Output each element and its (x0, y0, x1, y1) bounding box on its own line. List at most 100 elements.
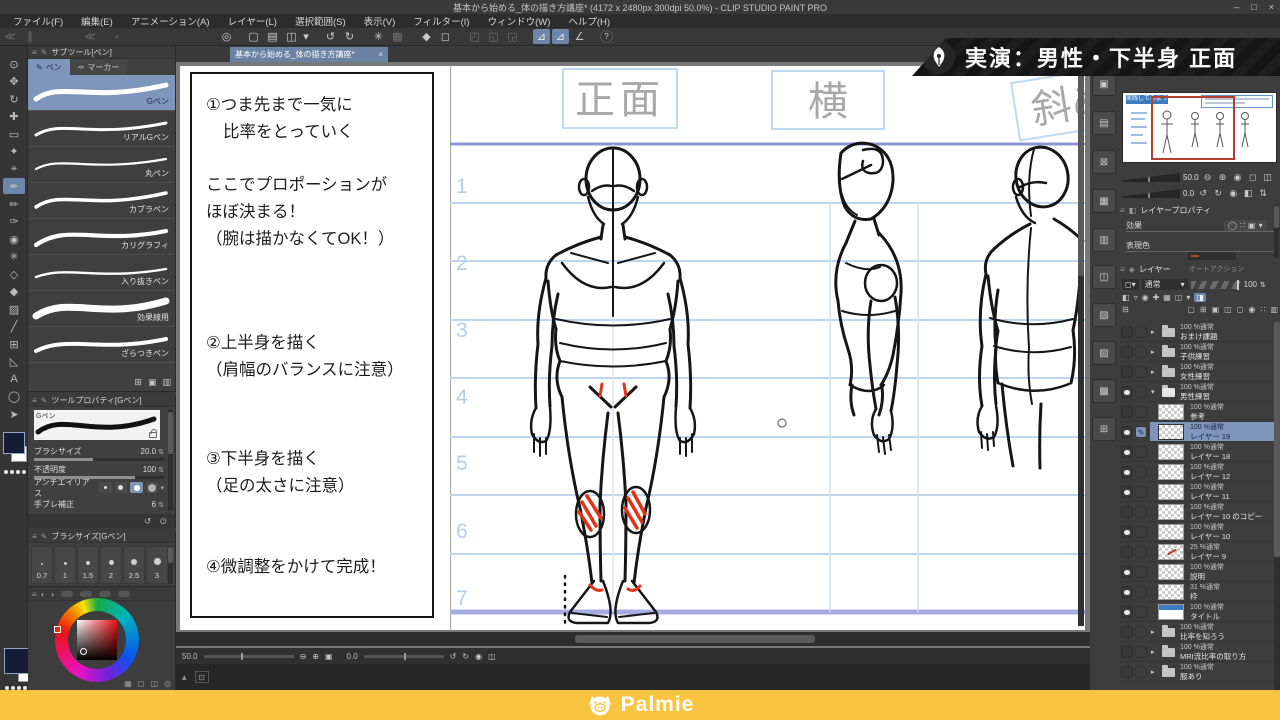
rotate-left-icon[interactable]: ↺ (450, 652, 457, 661)
select-border-icon[interactable]: ◲ (504, 29, 521, 44)
brush-tool-icon[interactable]: ✑ (3, 213, 25, 229)
nav-zoom-slider[interactable] (1122, 173, 1180, 182)
clip-studio-icon[interactable]: ◎ (218, 29, 235, 44)
canvas-page[interactable]: ①つま先まで一気に 比率をとっていく ここでプロポーションが ほぼ決まる！ （腕… (180, 66, 1085, 630)
timeline-frame-icon[interactable]: ⊡ (195, 671, 209, 683)
menu-file[interactable]: ファイル(F) (4, 14, 72, 28)
color-compare-icon[interactable]: ◫ (150, 679, 158, 688)
lock-layer-icon[interactable]: ▦ (1163, 293, 1171, 302)
pencil-tool-icon[interactable]: ✏ (3, 196, 25, 212)
visibility-eye-icon[interactable] (1121, 446, 1133, 458)
merge-below-icon[interactable]: ◻ (1237, 305, 1244, 314)
layer-row-dansei[interactable]: ▾100 %通常男性練習 (1120, 382, 1274, 402)
chevron-down-icon[interactable]: ▾ (160, 484, 164, 492)
spinner-icon[interactable]: ⇅ (158, 501, 164, 509)
visibility-eye-icon[interactable] (1121, 386, 1133, 398)
visibility-eye-icon[interactable] (1121, 666, 1133, 678)
nav-fit-icon[interactable]: ◻ (1247, 172, 1259, 183)
menu-selection[interactable]: 選択範囲(S) (286, 14, 355, 28)
close-button[interactable]: × (1269, 2, 1274, 12)
trash-icon[interactable]: ▥ (162, 377, 171, 388)
layer-row-mri[interactable]: ▸100 %通常MRI流比率の取り方 (1120, 642, 1274, 662)
opacity-spinner-icon[interactable]: ⇅ (1260, 281, 1266, 289)
nav-flip-v-icon[interactable]: ⇅ (1257, 188, 1269, 199)
snap-ruler-icon[interactable]: ⊿ (533, 29, 550, 44)
layer-mask-icon[interactable]: ◉ (1248, 305, 1255, 314)
visibility-eye-icon[interactable] (1121, 626, 1133, 638)
zoom-out-icon[interactable]: ⊖ (300, 652, 307, 661)
layer-row-9[interactable]: 25 %通常レイヤー 9 (1120, 542, 1274, 562)
visibility-eye-icon[interactable] (1121, 486, 1133, 498)
nav-rotate-right-icon[interactable]: ↻ (1212, 188, 1224, 199)
color-set-icon[interactable]: ▦ (124, 679, 132, 688)
new-folder-icon[interactable]: ⊞ (134, 377, 142, 388)
menu-filter[interactable]: フィルター(I) (404, 14, 478, 28)
effect-expand-icon[interactable]: ▾ (1259, 221, 1263, 230)
canvas-rotate-slider[interactable] (364, 655, 444, 658)
text-tool-icon[interactable]: A (3, 371, 25, 387)
rotate-canvas-tool-icon[interactable]: ↻ (3, 91, 25, 107)
apply-mask-icon[interactable]: ∷ (1260, 305, 1265, 314)
zoom-tool-icon[interactable]: ⊙ (3, 56, 25, 72)
new-file-icon[interactable]: ▢ (245, 29, 262, 44)
panel-menu-icon[interactable]: ≡ (32, 590, 37, 599)
auto-select-tool-icon[interactable]: ✦ (3, 143, 25, 159)
brush-item-iri-nuki-pen[interactable]: 入り抜きペン (28, 255, 175, 291)
visibility-eye-icon[interactable] (1121, 526, 1133, 538)
visibility-eye-icon[interactable] (1121, 566, 1133, 578)
canvas-zoom-slider[interactable] (204, 655, 294, 658)
layer-row-omake[interactable]: ▸100 %通常おまけ課題 (1120, 322, 1274, 342)
hand-tool-icon[interactable]: ✥ (3, 73, 25, 89)
ruler-range-icon[interactable]: ◨ (1194, 293, 1206, 302)
collapse-panel2-icon[interactable]: ≪ (80, 29, 100, 44)
size-option-2-5[interactable]: 2.5 (123, 546, 145, 584)
eyedropper-tool-icon[interactable]: ⌖ (3, 161, 25, 177)
panel-menu-icon[interactable]: ≡ (32, 532, 37, 541)
nav-zoom-reset-icon[interactable]: ◉ (1232, 172, 1244, 183)
delete-outside-icon[interactable]: ▦ (389, 29, 406, 44)
menu-view[interactable]: 表示(V) (355, 14, 405, 28)
gradient-tool-icon[interactable]: ▨ (3, 301, 25, 317)
close-panel-icon[interactable]: ⊠ (1092, 150, 1116, 174)
material-manga-panel-icon[interactable]: ◫ (1092, 265, 1116, 289)
delete-icon[interactable]: ✳ (370, 29, 387, 44)
document-tab[interactable]: 基本から始める_体の描き方講座* × (230, 47, 388, 62)
brush-item-kabura-pen[interactable]: カブラペン (28, 183, 175, 219)
hue-marker[interactable] (54, 626, 61, 633)
canvas-area[interactable]: ①つま先まで一気に 比率をとっていく ここでプロポーションが ほぼ決まる！ （腕… (176, 62, 1090, 648)
layer-row-fukuari[interactable]: ▸100 %通常服あり (1120, 662, 1274, 682)
visibility-eye-icon[interactable] (1121, 586, 1133, 598)
tab-marker[interactable]: ✑マーカー (70, 59, 128, 75)
panel-menu-icon[interactable]: ≡ (32, 396, 37, 405)
flip-view-icon[interactable]: ◫ (488, 652, 496, 661)
collapse-folders-icon[interactable]: ⊟ (1122, 305, 1129, 314)
color-tab-pill[interactable] (99, 591, 111, 597)
fill-tool-icon[interactable]: ◆ (3, 283, 25, 299)
balloon-tool-icon[interactable]: ◯ (3, 388, 25, 404)
menu-edit[interactable]: 編集(E) (72, 14, 122, 28)
color-mixer-icon[interactable]: ◻ (138, 679, 145, 688)
nav-rotate-reset-icon[interactable]: ◉ (1227, 188, 1239, 199)
visibility-eye-icon[interactable] (1121, 346, 1133, 358)
color-wheel-tab-icon[interactable]: ◐ (41, 590, 46, 599)
layer-row-sanko[interactable]: 100 %通常参考 (1120, 402, 1274, 422)
layer-row-hiritsu[interactable]: ▸100 %通常比率を知ろう (1120, 622, 1274, 642)
menu-help[interactable]: ヘルプ(H) (559, 14, 619, 28)
size-option-3[interactable]: 3 (146, 546, 168, 584)
new-raster-layer-icon[interactable]: ▢ (1187, 305, 1195, 314)
menu-animation[interactable]: アニメーション(A) (122, 14, 219, 28)
brush-item-rough-pen[interactable]: ざらつきペン (28, 327, 175, 363)
snap-special-ruler-icon[interactable]: ⊿ (552, 29, 569, 44)
new-layer-folder-icon[interactable]: ⊞ (1200, 305, 1207, 314)
layers-scrollbar[interactable] (1274, 322, 1280, 690)
size-option-2[interactable]: 2 (100, 546, 122, 584)
material-panel-icon[interactable]: ▤ (1092, 111, 1116, 135)
antialias-weak-button[interactable] (115, 482, 128, 493)
nav-zoom-in-icon[interactable]: ⊕ (1217, 172, 1229, 183)
brush-size-scrollbar[interactable] (168, 546, 173, 584)
nav-window-icon[interactable]: ◫ (1262, 172, 1274, 183)
spinner-icon[interactable]: ⇅ (158, 466, 164, 474)
layer-row-19-selected[interactable]: ✎100 %通常レイヤー 19 (1120, 422, 1274, 442)
reset-tool-icon[interactable]: ↺ (144, 516, 152, 527)
size-option-1-5[interactable]: 1.5 (77, 546, 99, 584)
